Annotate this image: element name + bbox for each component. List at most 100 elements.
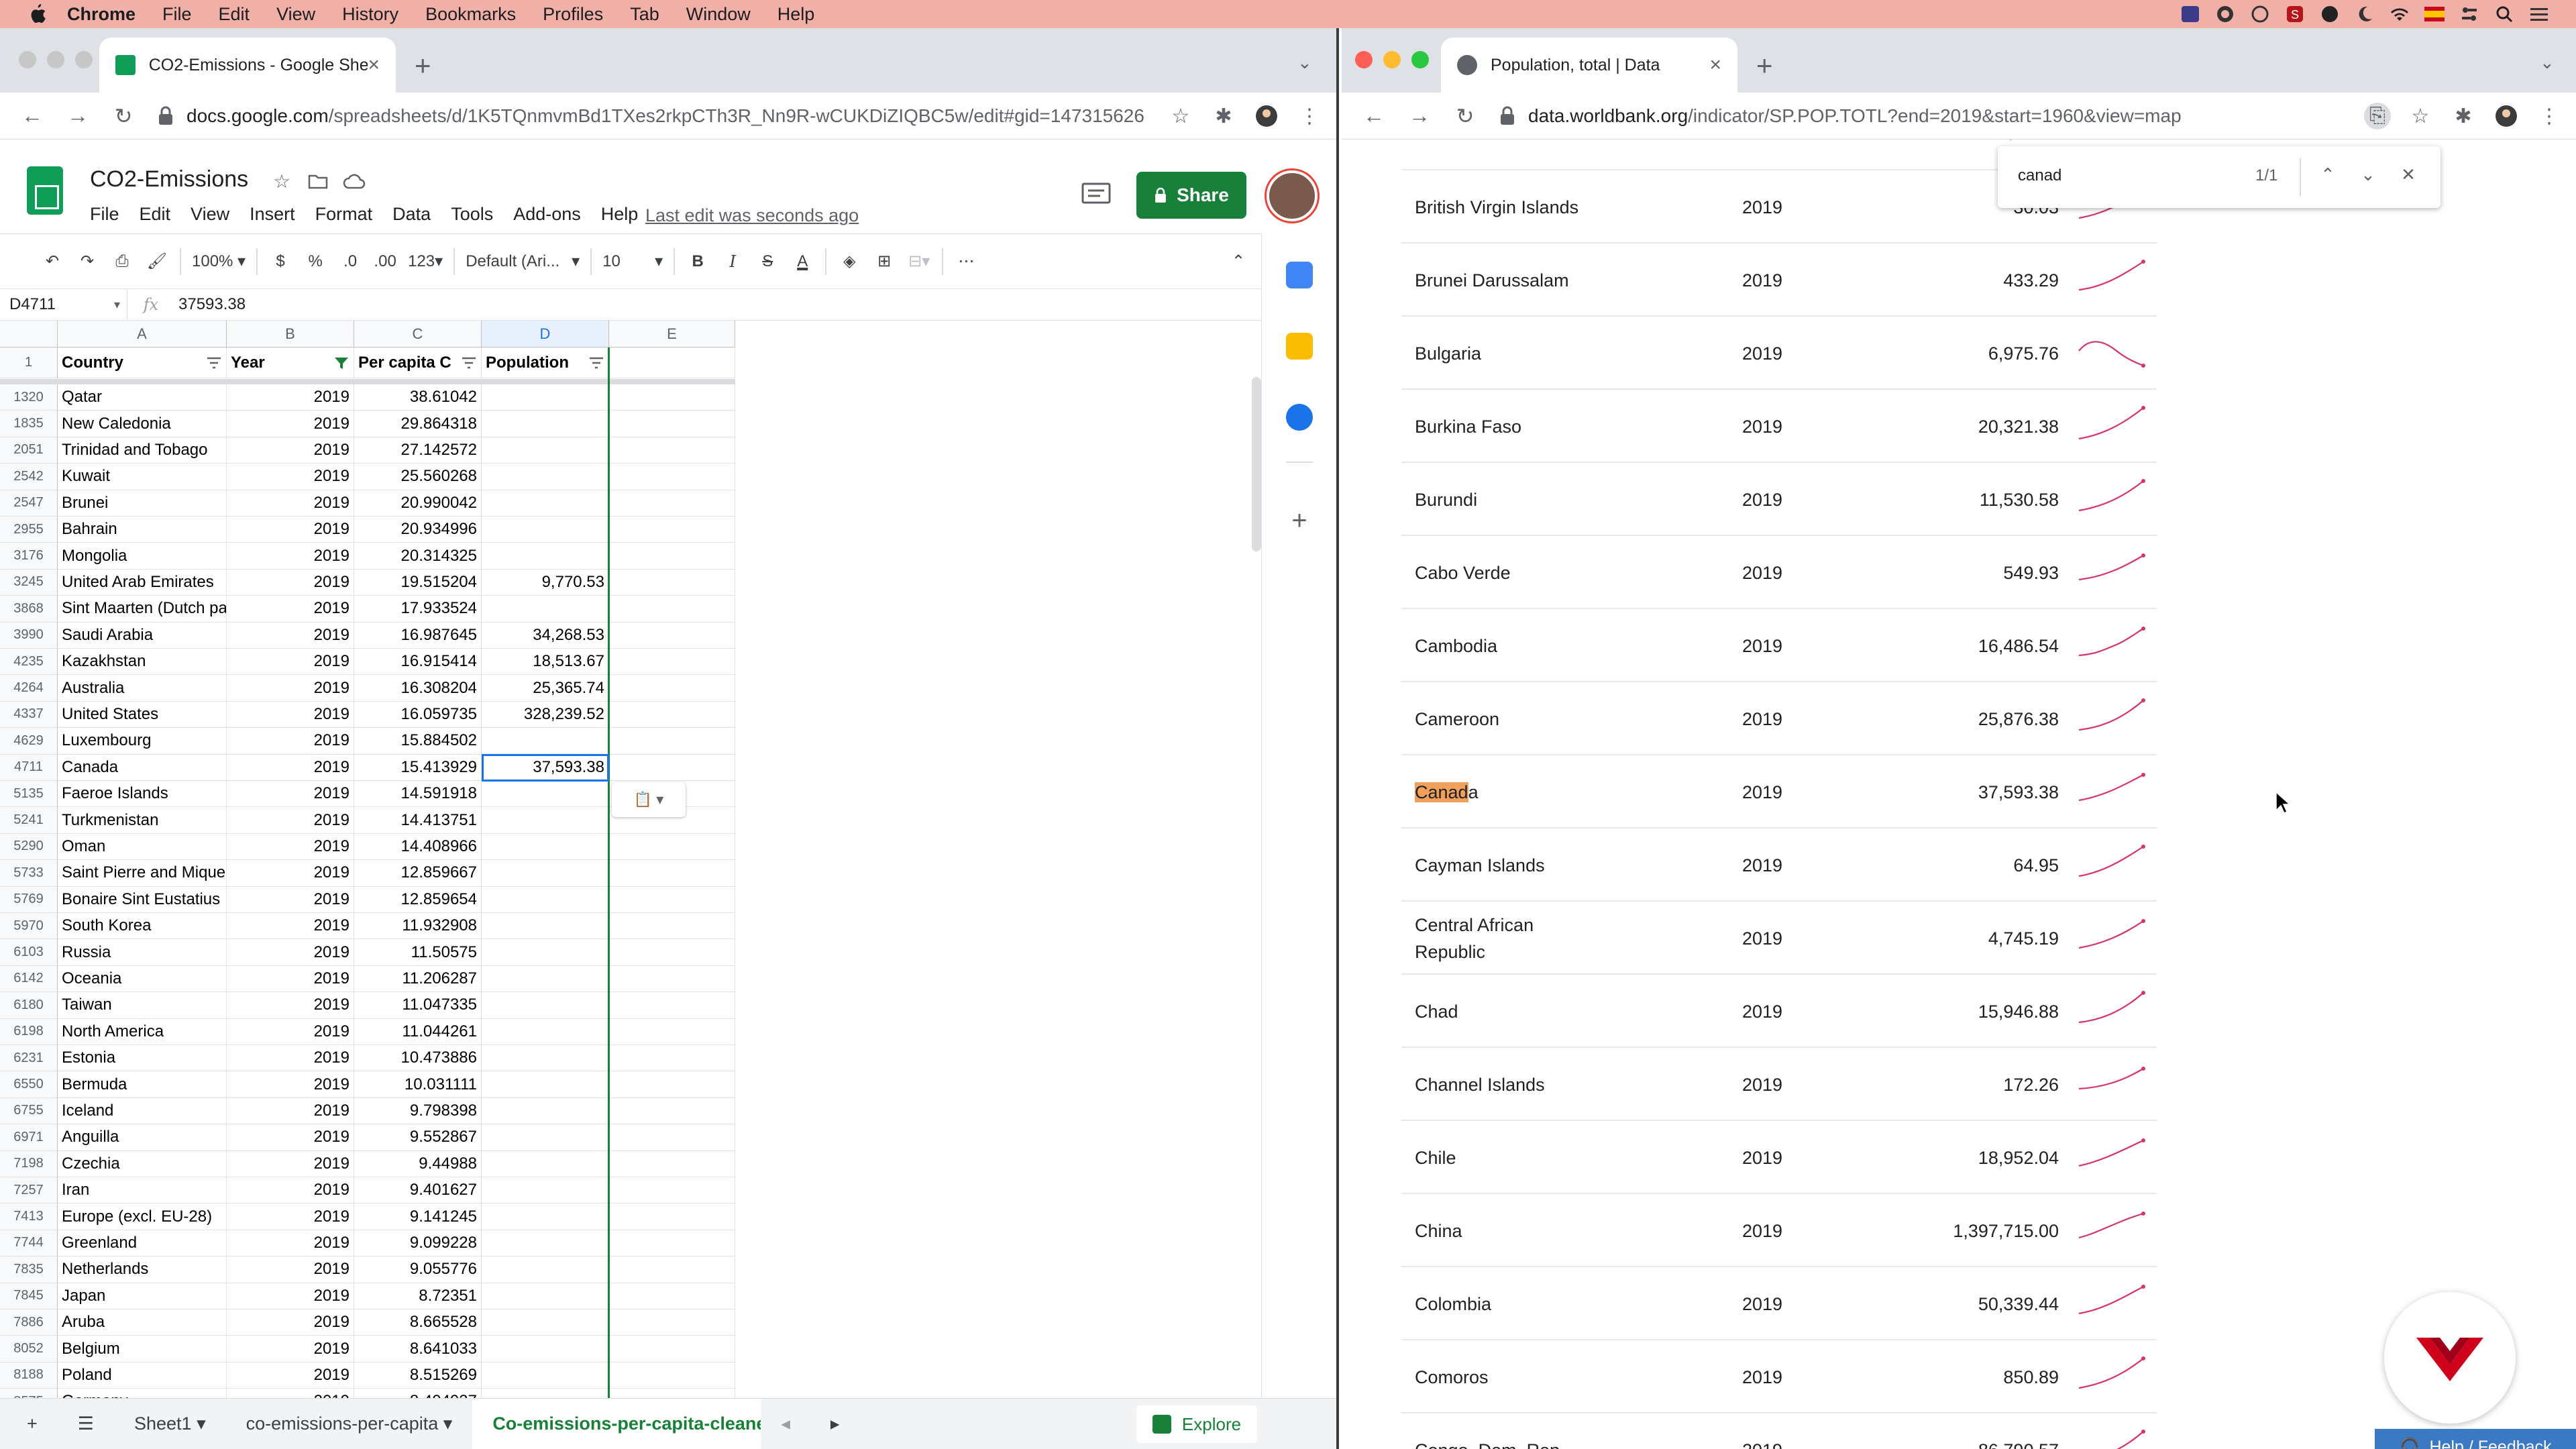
tab-search-icon[interactable]: ⌄ bbox=[2540, 52, 2555, 73]
cell-population[interactable]: 328,239.52 bbox=[482, 701, 609, 729]
cell-country[interactable]: Oman bbox=[58, 833, 227, 861]
cell-year[interactable]: 2019 bbox=[227, 1071, 354, 1098]
find-next-icon[interactable]: ⌄ bbox=[2353, 160, 2383, 189]
cell-country[interactable]: New Caledonia bbox=[58, 411, 227, 437]
country-name[interactable]: Chad bbox=[1415, 998, 1643, 1025]
cell-country[interactable]: Taiwan bbox=[58, 992, 227, 1019]
cell-empty[interactable] bbox=[609, 622, 735, 649]
row-number[interactable]: 5135 bbox=[0, 781, 58, 808]
profile-avatar[interactable] bbox=[2493, 103, 2520, 129]
menubar-window[interactable]: Window bbox=[686, 4, 751, 25]
row-number[interactable]: 2547 bbox=[0, 490, 58, 517]
cell-empty[interactable] bbox=[609, 1124, 735, 1151]
cell-country[interactable]: Trinidad and Tobago bbox=[58, 437, 227, 464]
filter-icon[interactable] bbox=[461, 356, 477, 370]
redo-icon[interactable]: ↷ bbox=[75, 248, 99, 275]
menu-file[interactable]: File bbox=[90, 204, 119, 225]
cell-empty[interactable] bbox=[609, 939, 735, 966]
cell-empty[interactable] bbox=[609, 384, 735, 411]
cell-year[interactable]: 2019 bbox=[227, 754, 354, 781]
row-number[interactable]: 2542 bbox=[0, 464, 58, 490]
header-cell-year[interactable]: Year bbox=[227, 347, 354, 378]
cell-population[interactable] bbox=[482, 1283, 609, 1309]
new-tab-button[interactable]: + bbox=[1756, 50, 1773, 82]
cell-year[interactable]: 2019 bbox=[227, 807, 354, 834]
row-number[interactable]: 2051 bbox=[0, 437, 58, 464]
cell-country[interactable]: Europe (excl. EU-28) bbox=[58, 1203, 227, 1230]
cell-per-capita[interactable]: 17.933524 bbox=[354, 596, 482, 623]
help-feedback-button[interactable]: 🎧 Help / Feedback bbox=[2375, 1429, 2576, 1449]
country-name[interactable]: Cameroon bbox=[1415, 706, 1643, 733]
tab-search-icon[interactable]: ⌄ bbox=[1297, 52, 1312, 73]
increase-decimal-button[interactable]: .00 bbox=[373, 248, 397, 275]
menubar-bookmarks[interactable]: Bookmarks bbox=[425, 4, 516, 25]
row-number[interactable]: 6142 bbox=[0, 965, 58, 993]
cell-year[interactable]: 2019 bbox=[227, 939, 354, 966]
cell-empty[interactable] bbox=[609, 754, 735, 781]
cell-empty[interactable] bbox=[609, 1283, 735, 1309]
cell-year[interactable]: 2019 bbox=[227, 992, 354, 1019]
menu-list-icon[interactable] bbox=[2529, 4, 2549, 24]
strikethrough-button[interactable]: S bbox=[755, 248, 780, 275]
cell-empty[interactable] bbox=[609, 1256, 735, 1283]
menu-view[interactable]: View bbox=[191, 204, 229, 225]
cell-empty[interactable] bbox=[609, 992, 735, 1019]
cell-per-capita[interactable]: 16.308204 bbox=[354, 675, 482, 702]
cell-country[interactable]: Netherlands bbox=[58, 1256, 227, 1283]
cell-year[interactable]: 2019 bbox=[227, 965, 354, 993]
cell-per-capita[interactable]: 9.401627 bbox=[354, 1177, 482, 1204]
cell-empty[interactable] bbox=[609, 1045, 735, 1072]
cell-year[interactable]: 2019 bbox=[227, 1124, 354, 1151]
cell-year[interactable]: 2019 bbox=[227, 1230, 354, 1257]
cell-country[interactable]: Aruba bbox=[58, 1309, 227, 1336]
spotlight-search-icon[interactable] bbox=[2494, 4, 2514, 24]
print-icon[interactable]: ⎙ bbox=[110, 248, 134, 275]
document-title[interactable]: CO2-Emissions bbox=[90, 166, 248, 193]
find-in-page-icon[interactable]: ⎘ bbox=[2364, 103, 2391, 129]
comment-history-icon[interactable] bbox=[1079, 181, 1114, 208]
cell-population[interactable] bbox=[482, 913, 609, 940]
cell-population[interactable] bbox=[482, 1150, 609, 1177]
row-number[interactable]: 7886 bbox=[0, 1309, 58, 1336]
cell-per-capita[interactable]: 14.591918 bbox=[354, 781, 482, 808]
filter-icon[interactable] bbox=[206, 356, 222, 370]
cell-country[interactable]: Kazakhstan bbox=[58, 649, 227, 676]
cell-population[interactable] bbox=[482, 1203, 609, 1230]
cell-empty[interactable] bbox=[609, 1203, 735, 1230]
cell-year[interactable]: 2019 bbox=[227, 384, 354, 411]
cell-population[interactable] bbox=[482, 1018, 609, 1045]
cell-country[interactable]: North America bbox=[58, 1018, 227, 1045]
menubar-tab[interactable]: Tab bbox=[630, 4, 659, 25]
country-name[interactable]: British Virgin Islands bbox=[1415, 194, 1643, 221]
s-app-icon[interactable]: S bbox=[2285, 4, 2305, 24]
menubar-history[interactable]: History bbox=[342, 4, 398, 25]
row-number[interactable]: 4337 bbox=[0, 701, 58, 729]
cell-country[interactable]: Russia bbox=[58, 939, 227, 966]
find-previous-icon[interactable]: ⌃ bbox=[2313, 160, 2343, 189]
cell-per-capita[interactable]: 9.099228 bbox=[354, 1230, 482, 1257]
font-select[interactable]: Default (Ari... ▾ bbox=[466, 248, 580, 275]
cell-year[interactable]: 2019 bbox=[227, 1045, 354, 1072]
row-number[interactable]: 7835 bbox=[0, 1256, 58, 1283]
cell-empty[interactable] bbox=[609, 1071, 735, 1098]
cell-empty[interactable] bbox=[609, 569, 735, 596]
cell-year[interactable]: 2019 bbox=[227, 411, 354, 437]
cell-year[interactable]: 2019 bbox=[227, 860, 354, 887]
forward-icon[interactable]: → bbox=[1406, 103, 1433, 128]
cell-population[interactable] bbox=[482, 490, 609, 517]
row-number[interactable]: 5733 bbox=[0, 860, 58, 887]
country-name[interactable]: Burkina Faso bbox=[1415, 413, 1643, 440]
cell-per-capita[interactable]: 10.473886 bbox=[354, 1045, 482, 1072]
get-addons-icon[interactable]: + bbox=[1286, 507, 1313, 534]
cell-per-capita[interactable]: 9.44988 bbox=[354, 1150, 482, 1177]
zoom-window-button[interactable] bbox=[75, 51, 93, 68]
moon-icon[interactable] bbox=[2355, 4, 2375, 24]
row-number[interactable]: 6103 bbox=[0, 939, 58, 966]
row-number[interactable]: 5970 bbox=[0, 913, 58, 940]
row-number[interactable]: 5241 bbox=[0, 807, 58, 834]
cell-year[interactable]: 2019 bbox=[227, 1177, 354, 1204]
cell-per-capita[interactable]: 20.934996 bbox=[354, 517, 482, 543]
cell-population[interactable] bbox=[482, 1256, 609, 1283]
cell-per-capita[interactable]: 8.641033 bbox=[354, 1336, 482, 1362]
cell-country[interactable]: United States bbox=[58, 701, 227, 729]
